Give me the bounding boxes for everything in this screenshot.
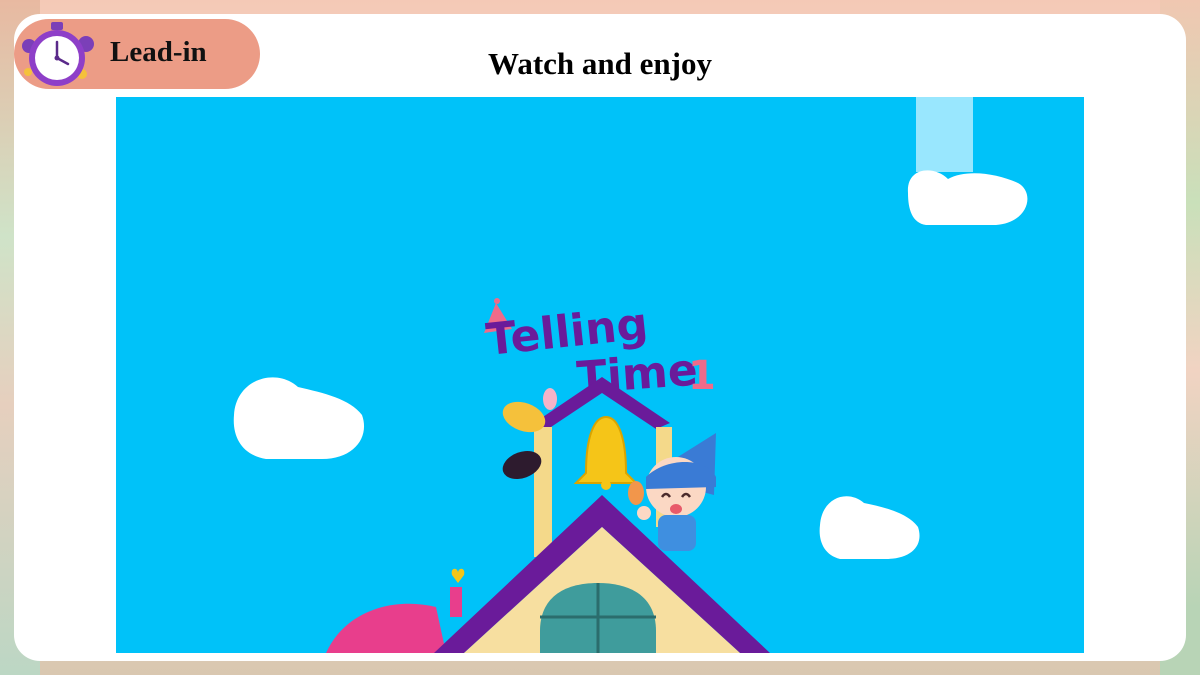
cloud-left: [233, 377, 365, 459]
slide-title: Watch and enjoy: [488, 46, 712, 81]
light-beam: [916, 97, 973, 172]
cloud-top-right: [907, 170, 1028, 225]
bell-icon: [573, 415, 639, 484]
pink-chimney-roof: [326, 603, 446, 653]
cloud-right: [819, 496, 920, 559]
tower-body: [534, 427, 552, 557]
video-title-number: 1: [688, 353, 716, 399]
video-player[interactable]: Telling Time 1: [116, 97, 1084, 653]
video-frame-illustration: Telling Time 1: [233, 97, 1028, 653]
